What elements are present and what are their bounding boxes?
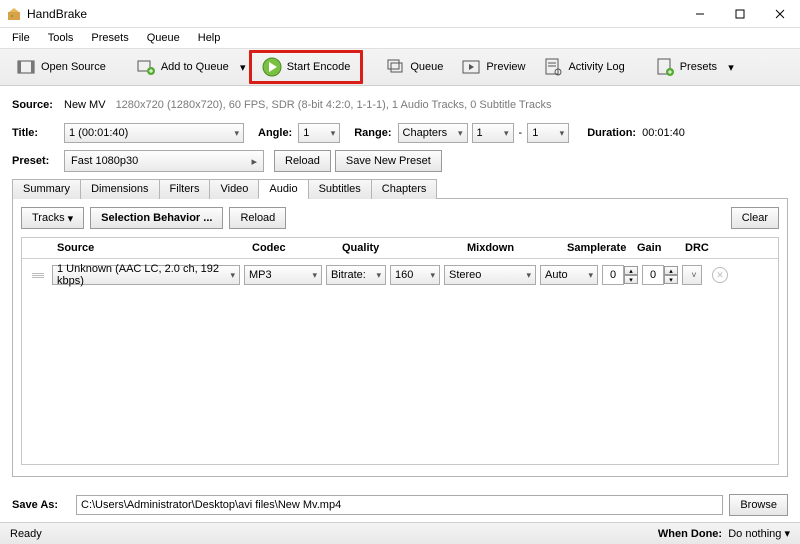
remove-track-icon[interactable]: ✕: [712, 267, 728, 283]
preview-label: Preview: [486, 61, 525, 73]
col-mixdown: Mixdown: [467, 242, 567, 254]
statusbar: Ready When Done: Do nothing ▾: [0, 522, 800, 544]
maximize-button[interactable]: [720, 0, 760, 28]
preview-icon: [461, 57, 481, 77]
activity-log-button[interactable]: Activity Log: [535, 53, 632, 81]
add-to-queue-button[interactable]: Add to Queue: [128, 53, 237, 81]
tab-video[interactable]: Video: [209, 179, 259, 199]
reload-preset-button[interactable]: Reload: [274, 150, 331, 172]
range-dash: -: [519, 127, 523, 139]
col-source: Source: [57, 242, 252, 254]
when-done-label: When Done:: [658, 528, 722, 540]
duration-value: 00:01:40: [642, 127, 685, 139]
saveas-path-input[interactable]: [76, 495, 723, 515]
col-codec: Codec: [252, 242, 342, 254]
duration-label: Duration:: [587, 127, 636, 139]
play-icon: [262, 57, 282, 77]
add-queue-dropdown[interactable]: ▾: [239, 58, 247, 76]
film-icon: [16, 57, 36, 77]
preset-select[interactable]: Fast 1080p30▸: [64, 150, 264, 172]
log-icon: [543, 57, 563, 77]
track-codec-select[interactable]: MP3▾: [244, 265, 322, 285]
track-source-select[interactable]: 1 Unknown (AAC LC, 2.0 ch, 192 kbps)▾: [52, 265, 240, 285]
status-text: Ready: [10, 528, 42, 540]
track-mixdown-select[interactable]: Stereo▾: [444, 265, 536, 285]
save-new-preset-button[interactable]: Save New Preset: [335, 150, 442, 172]
track-quality-mode-select[interactable]: Bitrate:▾: [326, 265, 386, 285]
open-source-button[interactable]: Open Source: [8, 53, 114, 81]
track-samplerate-select[interactable]: Auto▾: [540, 265, 598, 285]
start-encode-button[interactable]: Start Encode: [256, 55, 357, 79]
menu-help[interactable]: Help: [190, 30, 229, 46]
menubar: File Tools Presets Queue Help: [0, 28, 800, 48]
angle-label: Angle:: [258, 127, 292, 139]
col-quality: Quality: [342, 242, 467, 254]
tab-audio[interactable]: Audio: [258, 179, 308, 199]
when-done-container: When Done: Do nothing ▾: [658, 527, 790, 540]
queue-icon: [385, 57, 405, 77]
range-label: Range:: [354, 127, 391, 139]
open-source-label: Open Source: [41, 61, 106, 73]
drag-handle-icon[interactable]: [28, 273, 48, 278]
presets-button[interactable]: Presets: [647, 53, 725, 81]
queue-button[interactable]: Queue: [377, 53, 451, 81]
selection-behavior-button[interactable]: Selection Behavior ...: [90, 207, 223, 229]
title-label: Title:: [12, 127, 64, 139]
title-select[interactable]: 1 (00:01:40)▾: [64, 123, 244, 143]
track-expand-toggle[interactable]: ˅: [682, 265, 702, 285]
tab-summary[interactable]: Summary: [12, 179, 81, 199]
audio-tracks-grid: Source Codec Quality Mixdown Samplerate …: [21, 237, 779, 465]
tab-dimensions[interactable]: Dimensions: [80, 179, 159, 199]
col-drc: DRC: [685, 242, 725, 254]
menu-presets[interactable]: Presets: [83, 30, 136, 46]
range-from-select[interactable]: 1▾: [472, 123, 514, 143]
source-label: Source:: [12, 99, 64, 111]
menu-queue[interactable]: Queue: [139, 30, 188, 46]
tracks-button[interactable]: Tracks ▾: [21, 207, 84, 229]
window-title: HandBrake: [27, 7, 680, 21]
close-button[interactable]: [760, 0, 800, 28]
source-info: 1280x720 (1280x720), 60 FPS, SDR (8-bit …: [116, 99, 552, 111]
queue-add-icon: [136, 57, 156, 77]
app-icon: [6, 6, 22, 22]
preset-label: Preset:: [12, 155, 64, 167]
clear-button[interactable]: Clear: [731, 207, 779, 229]
add-queue-label: Add to Queue: [161, 61, 229, 73]
col-samplerate: Samplerate: [567, 242, 637, 254]
titlebar: HandBrake: [0, 0, 800, 28]
tab-filters[interactable]: Filters: [159, 179, 211, 199]
track-bitrate-select[interactable]: 160▾: [390, 265, 440, 285]
saveas-label: Save As:: [12, 499, 70, 511]
range-to-select[interactable]: 1▾: [527, 123, 569, 143]
when-done-select[interactable]: Do nothing ▾: [728, 528, 790, 540]
queue-label: Queue: [410, 61, 443, 73]
audio-track-row: 1 Unknown (AAC LC, 2.0 ch, 192 kbps)▾ MP…: [22, 259, 778, 291]
toolbar: Open Source Add to Queue ▾ Start Encode …: [0, 48, 800, 86]
source-name: New MV: [64, 99, 106, 111]
gain-spinner[interactable]: ▴▾: [602, 265, 638, 285]
col-gain: Gain: [637, 242, 685, 254]
range-type-select[interactable]: Chapters▾: [398, 123, 468, 143]
angle-select[interactable]: 1▾: [298, 123, 340, 143]
presets-label: Presets: [680, 61, 717, 73]
source-row: Source: New MV 1280x720 (1280x720), 60 F…: [12, 94, 788, 116]
start-encode-highlight: Start Encode: [249, 50, 364, 84]
drc-spinner[interactable]: ▴▾: [642, 265, 678, 285]
presets-icon: [655, 57, 675, 77]
start-encode-label: Start Encode: [287, 61, 351, 73]
menu-tools[interactable]: Tools: [40, 30, 82, 46]
audio-panel: Tracks ▾ Selection Behavior ... Reload C…: [12, 199, 788, 477]
browse-button[interactable]: Browse: [729, 494, 788, 516]
presets-dropdown[interactable]: ▾: [727, 58, 735, 76]
menu-file[interactable]: File: [4, 30, 38, 46]
tab-chapters[interactable]: Chapters: [371, 179, 438, 199]
tab-subtitles[interactable]: Subtitles: [308, 179, 372, 199]
activity-log-label: Activity Log: [568, 61, 624, 73]
preview-button[interactable]: Preview: [453, 53, 533, 81]
minimize-button[interactable]: [680, 0, 720, 28]
audio-reload-button[interactable]: Reload: [229, 207, 286, 229]
tabstrip: Summary Dimensions Filters Video Audio S…: [12, 178, 788, 199]
